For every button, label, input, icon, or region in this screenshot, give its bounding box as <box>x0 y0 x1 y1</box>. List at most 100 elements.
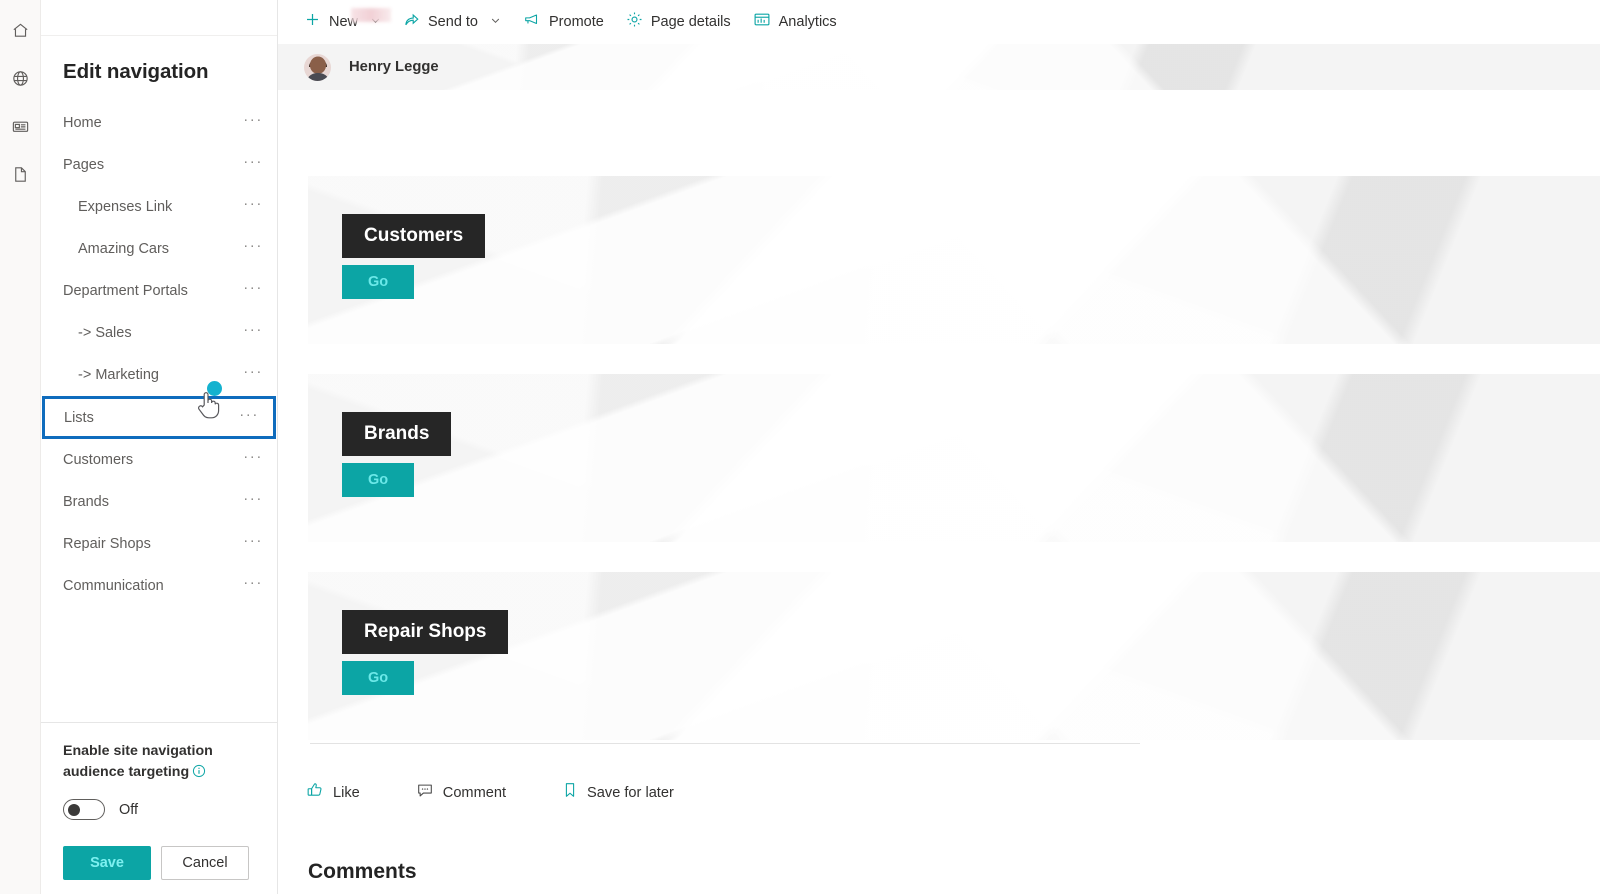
social-save-for-later-button[interactable]: Save for later <box>554 775 682 810</box>
nav-item-overflow-button[interactable]: ··· <box>239 407 259 426</box>
page-content: New Send to Promote Page details Analytics H… <box>278 0 1600 894</box>
nav-item-label: Lists <box>64 409 94 426</box>
card-title: Brands <box>342 412 452 456</box>
nav-item-overflow-button[interactable]: ··· <box>243 575 263 594</box>
audience-targeting-label: Enable site navigation audience targetin… <box>63 741 253 785</box>
comments-heading: Comments <box>308 860 417 883</box>
card-customers: Customers Go <box>308 176 1600 344</box>
nav-item-label: Customers <box>63 452 134 468</box>
nav-item-home[interactable]: Home ··· <box>41 102 277 144</box>
card-brands: Brands Go <box>308 374 1600 542</box>
nav-item-brands[interactable]: Brands ··· <box>41 481 277 523</box>
nav-item-overflow-button[interactable]: ··· <box>243 449 263 468</box>
save-button[interactable]: Save <box>63 846 151 880</box>
nav-item-label: Amazing Cars <box>78 241 170 257</box>
nav-item-amazing-cars[interactable]: Amazing Cars ··· <box>41 228 277 270</box>
globe-icon <box>11 69 30 88</box>
audience-targeting-text: Enable site navigation audience targetin… <box>63 743 213 780</box>
info-icon[interactable] <box>192 764 206 785</box>
nav-item-communication[interactable]: Communication ··· <box>41 565 277 607</box>
cancel-button[interactable]: Cancel <box>161 846 249 880</box>
bookmark-icon <box>562 781 578 804</box>
nav-item-label: Home <box>63 115 102 131</box>
chevron-down-icon[interactable] <box>490 13 501 31</box>
card-go-button[interactable]: Go <box>342 661 415 695</box>
content-divider <box>310 743 1140 744</box>
avatar-body <box>305 72 330 81</box>
command-bar: New Send to Promote Page details Analytics <box>278 0 1600 44</box>
home-icon <box>11 21 30 40</box>
toolbar-item-label: Page details <box>650 14 731 30</box>
nav-item-overflow-button[interactable]: ··· <box>243 238 263 257</box>
toolbar-promote-button[interactable]: Promote <box>512 0 615 44</box>
toolbar-item-label: Analytics <box>778 14 837 30</box>
thumbs-up-icon <box>306 781 324 804</box>
app-rail <box>0 0 41 894</box>
social-item-label: Comment <box>442 784 507 801</box>
social-like-button[interactable]: Like <box>298 775 368 810</box>
news-icon <box>11 117 30 136</box>
nav-item-repair-shops[interactable]: Repair Shops ··· <box>41 523 277 565</box>
nav-item-overflow-button[interactable]: ··· <box>243 154 263 173</box>
social-comment-button[interactable]: Comment <box>408 775 514 810</box>
panel-title: Edit navigation <box>63 60 209 83</box>
nav-item-marketing[interactable]: -> Marketing ··· <box>41 354 277 396</box>
page-author-banner: Henry Legge <box>278 44 1600 90</box>
nav-item-label: -> Sales <box>78 325 132 341</box>
card-go-button[interactable]: Go <box>342 265 415 299</box>
app-root: Edit navigation Home ··· Pages ··· Expenses … <box>0 0 1600 894</box>
card-title: Customers <box>342 214 486 258</box>
toolbar-new-button[interactable]: New <box>293 0 392 44</box>
social-actions: Like Comment Save for later <box>298 775 682 810</box>
card-go-button[interactable]: Go <box>342 463 415 497</box>
comment-icon <box>416 781 434 804</box>
avatar-face <box>309 56 326 74</box>
panel-footer: Enable site navigation audience targetin… <box>41 722 277 894</box>
social-item-label: Save for later <box>587 784 674 801</box>
analytics-icon <box>753 11 771 33</box>
gear-icon <box>626 11 643 33</box>
document-icon <box>11 165 30 184</box>
author-name: Henry Legge <box>349 59 439 75</box>
toolbar-page-details-button[interactable]: Page details <box>615 0 742 44</box>
nav-item-label: -> Marketing <box>78 367 159 383</box>
audience-targeting-toggle[interactable] <box>63 799 105 820</box>
nav-item-sales[interactable]: -> Sales ··· <box>41 312 277 354</box>
card-title: Repair Shops <box>342 610 509 654</box>
toggle-knob <box>68 804 80 816</box>
rail-item-globe[interactable] <box>0 54 41 102</box>
navigation-list: Home ··· Pages ··· Expenses Link ··· Amazing C… <box>41 100 277 722</box>
share-icon <box>403 11 420 33</box>
panel-top-spacer <box>41 0 277 36</box>
nav-item-expenses-link[interactable]: Expenses Link ··· <box>41 186 277 228</box>
toolbar-item-label: Promote <box>549 14 604 30</box>
card-repair-shops: Repair Shops Go <box>308 572 1600 740</box>
rail-item-home[interactable] <box>0 6 41 54</box>
nav-item-overflow-button[interactable]: ··· <box>243 280 263 299</box>
toolbar-item-label: Send to <box>428 14 479 30</box>
plus-icon <box>304 11 321 33</box>
rail-item-news[interactable] <box>0 102 41 150</box>
edit-navigation-panel: Edit navigation Home ··· Pages ··· Expenses … <box>41 0 278 894</box>
megaphone-icon <box>523 11 541 33</box>
panel-action-buttons: Save Cancel <box>63 846 257 894</box>
nav-item-overflow-button[interactable]: ··· <box>243 112 263 131</box>
nav-item-label: Communication <box>63 578 164 594</box>
nav-item-customers[interactable]: Customers ··· <box>41 439 277 481</box>
rail-item-document[interactable] <box>0 150 41 198</box>
nav-item-overflow-button[interactable]: ··· <box>243 491 263 510</box>
site-logo[interactable] <box>351 8 391 22</box>
nav-item-label: Expenses Link <box>78 199 173 215</box>
nav-item-department-portals[interactable]: Department Portals ··· <box>41 270 277 312</box>
nav-item-label: Brands <box>63 494 109 510</box>
nav-item-pages[interactable]: Pages ··· <box>41 144 277 186</box>
nav-item-label: Repair Shops <box>63 536 151 552</box>
toolbar-analytics-button[interactable]: Analytics <box>742 0 848 44</box>
nav-item-overflow-button[interactable]: ··· <box>243 196 263 215</box>
nav-item-overflow-button[interactable]: ··· <box>243 322 263 341</box>
nav-item-overflow-button[interactable]: ··· <box>243 364 263 383</box>
audience-targeting-toggle-row: Off <box>63 799 257 820</box>
nav-item-overflow-button[interactable]: ··· <box>243 533 263 552</box>
toolbar-send-to-button[interactable]: Send to <box>392 0 512 44</box>
nav-item-lists[interactable]: Lists ··· <box>42 381 276 439</box>
